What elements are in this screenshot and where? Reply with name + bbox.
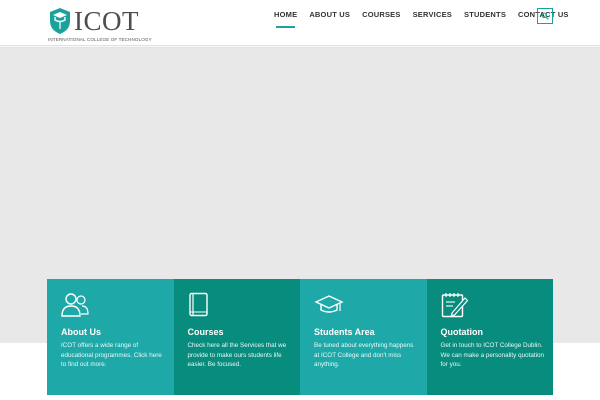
page: ICOT INTERNATIONAL COLLEGE OF TECHNOLOGY…: [0, 0, 600, 400]
nav-item-students[interactable]: STUDENTS: [458, 0, 512, 30]
nav-item-about-us[interactable]: ABOUT US: [303, 0, 356, 30]
card-quotation[interactable]: Quotation Get in touch to ICOT College D…: [426, 279, 553, 395]
card-courses[interactable]: Courses Check here all the Services that…: [173, 279, 300, 395]
notepad-pen-icon: [441, 293, 468, 318]
nav-item-home[interactable]: HOME: [268, 0, 303, 30]
logo-wordmark: ICOT: [74, 6, 139, 36]
card-text: Get in touch to ICOT College Dublin. We …: [440, 342, 545, 369]
nav-item-courses[interactable]: COURSES: [356, 0, 407, 30]
users-icon: [61, 293, 89, 317]
search-icon: [541, 12, 549, 20]
card-text: ICOT offers a wide range of educational …: [61, 342, 162, 369]
card-title: Students Area: [314, 327, 375, 337]
site-header: ICOT INTERNATIONAL COLLEGE OF TECHNOLOGY…: [0, 0, 600, 46]
logo-tagline: INTERNATIONAL COLLEGE OF TECHNOLOGY: [48, 37, 152, 42]
book-icon: [188, 292, 208, 317]
search-button[interactable]: [537, 8, 553, 24]
site-logo[interactable]: ICOT INTERNATIONAL COLLEGE OF TECHNOLOGY: [48, 6, 152, 43]
card-title: Courses: [187, 327, 224, 337]
card-text: Be tuned about everything happens at ICO…: [314, 342, 414, 369]
card-about-us[interactable]: About Us ICOT offers a wide range of edu…: [47, 279, 174, 395]
card-text: Check here all the Services that we prov…: [187, 342, 287, 369]
nav-item-services[interactable]: SERVICES: [407, 0, 458, 30]
card-title: Quotation: [440, 327, 484, 337]
card-title: About Us: [61, 327, 101, 337]
feature-cards: About Us ICOT offers a wide range of edu…: [47, 279, 553, 395]
main-nav: HOME ABOUT US COURSES SERVICES STUDENTS …: [268, 0, 575, 46]
graduation-cap-icon: [314, 295, 344, 313]
card-students-area[interactable]: Students Area Be tuned about everything …: [300, 279, 427, 395]
logo-shield-icon: [50, 8, 70, 34]
